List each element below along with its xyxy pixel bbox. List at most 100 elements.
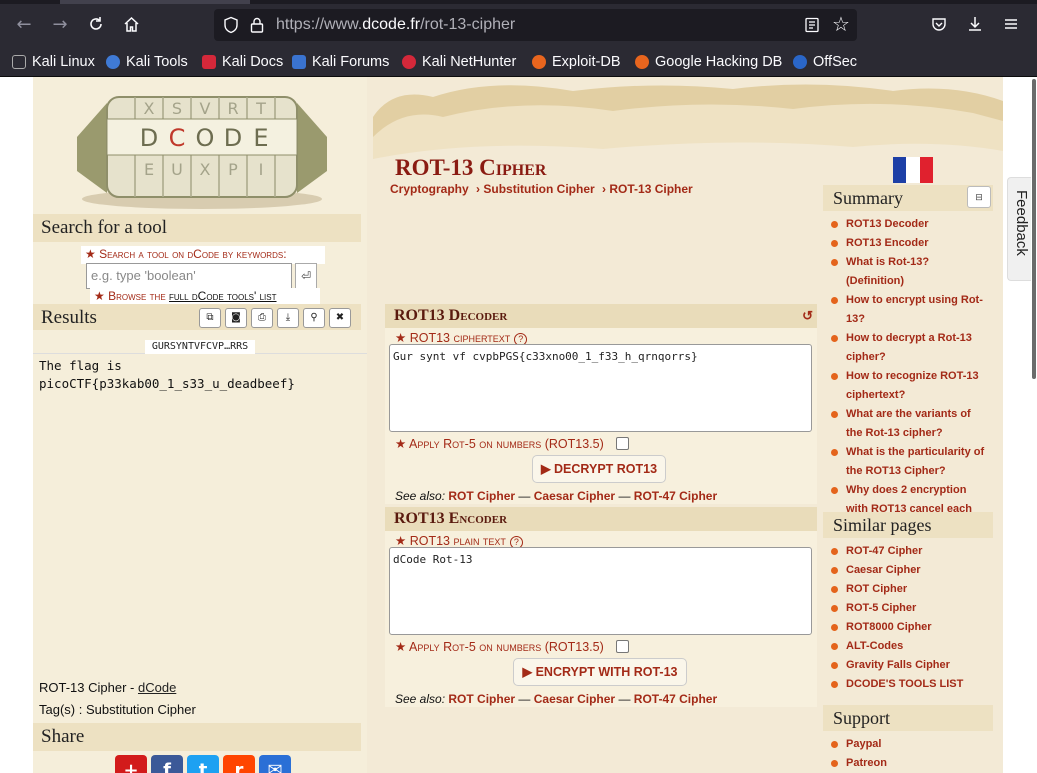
print-icon[interactable]: ⎙: [251, 308, 273, 328]
similar-item[interactable]: ROT-47 Cipher: [831, 542, 987, 561]
similar-title: Similar pages: [823, 512, 993, 538]
page-scrollbar[interactable]: [1031, 77, 1037, 773]
bookmark-offsec[interactable]: OffSec: [793, 51, 857, 73]
see-also-rot47-cipher[interactable]: ROT-47 Cipher: [634, 692, 717, 706]
browse-tools-link[interactable]: ★ Browse the full dCode tools' list: [90, 288, 320, 305]
bookmark-label: Kali Forums: [312, 54, 390, 70]
facebook-icon[interactable]: f: [151, 755, 183, 773]
summary-item[interactable]: What is Rot-13? (Definition): [831, 253, 987, 291]
similar-item[interactable]: Caesar Cipher: [831, 561, 987, 580]
similar-item[interactable]: ALT-Codes: [831, 637, 987, 656]
reset-icon[interactable]: ↺: [802, 308, 813, 324]
search-box-title: Search for a tool: [33, 214, 361, 242]
close-icon[interactable]: ✖: [329, 308, 351, 328]
kali-tools-icon: [106, 55, 120, 69]
address-bar[interactable]: https://www.dcode.fr/rot-13-cipher ☆: [214, 9, 857, 41]
svg-text:I: I: [259, 160, 264, 179]
breadcrumb-substitution-cipher[interactable]: › Substitution Cipher: [476, 182, 595, 196]
reader-view-icon[interactable]: [804, 17, 820, 33]
menu-icon[interactable]: [999, 12, 1023, 36]
tracking-shield-icon[interactable]: [222, 16, 240, 34]
ciphertext-textarea[interactable]: Gur synt vf cvpbPGS{c33xno00_1_f33_h_qrn…: [389, 344, 812, 432]
similar-item[interactable]: DCODE'S TOOLS LIST: [831, 675, 987, 694]
summary-item[interactable]: How to encrypt using Rot-13?: [831, 291, 987, 329]
breadcrumb-rot13-cipher[interactable]: › ROT-13 Cipher: [602, 182, 693, 196]
share-plus-icon[interactable]: +: [115, 755, 147, 773]
kali-dragon-icon: [12, 55, 26, 69]
web-page: DCODE XSVRT EUXPI Search for a tool ★ Se…: [0, 77, 1037, 773]
svg-text:P: P: [228, 160, 238, 179]
bookmark-kali-linux[interactable]: Kali Linux: [12, 51, 95, 73]
search-submit-button[interactable]: ⏎: [295, 263, 317, 289]
support-item-patreon[interactable]: Patreon: [831, 754, 987, 773]
search-input[interactable]: e.g. type 'boolean': [86, 263, 292, 289]
summary-item[interactable]: How to decrypt a Rot-13 cipher?: [831, 329, 987, 367]
see-also-label: See also:: [395, 489, 446, 503]
encrypt-button[interactable]: ▶ ENCRYPT WITH ROT-13: [513, 658, 687, 686]
summary-item[interactable]: What is the particularity of the ROT13 C…: [831, 443, 987, 481]
downloads-icon[interactable]: [963, 12, 987, 36]
forward-icon[interactable]: →: [46, 10, 74, 38]
bookmark-kali-nethunter[interactable]: Kali NetHunter: [402, 51, 516, 73]
encoder-rot5-checkbox[interactable]: [616, 640, 629, 653]
support-item-paypal[interactable]: Paypal: [831, 735, 987, 754]
bookmark-label: OffSec: [813, 54, 858, 70]
breadcrumb-cryptography[interactable]: Cryptography: [390, 182, 469, 196]
bookmark-star-icon[interactable]: ☆: [832, 14, 850, 34]
twitter-icon[interactable]: t: [187, 755, 219, 773]
dcode-link[interactable]: dCode: [138, 680, 176, 695]
feedback-label: Feedback: [1013, 190, 1030, 256]
lock-icon[interactable]: [248, 16, 266, 34]
url-prefix: https://www.: [276, 16, 363, 33]
svg-text:E: E: [253, 124, 268, 152]
email-icon[interactable]: ✉: [259, 755, 291, 773]
reddit-icon[interactable]: r: [223, 755, 255, 773]
summary-item[interactable]: ROT13 Encoder: [831, 234, 987, 253]
reload-icon[interactable]: [82, 10, 110, 38]
dcode-logo[interactable]: DCODE XSVRT EUXPI: [67, 79, 337, 213]
see-also-label: See also:: [395, 692, 446, 706]
see-also-rot-cipher[interactable]: ROT Cipher: [448, 692, 515, 706]
summary-item[interactable]: What are the variants of the Rot-13 ciph…: [831, 405, 987, 443]
support-box: Support Paypal Patreon: [823, 705, 993, 773]
similar-list: ROT-47 Cipher Caesar Cipher ROT Cipher R…: [823, 538, 993, 694]
active-tab[interactable]: [60, 0, 250, 4]
bookmark-kali-forums[interactable]: Kali Forums: [292, 51, 389, 73]
svg-text:C: C: [169, 124, 186, 152]
download-icon[interactable]: ⤓: [277, 308, 299, 328]
back-icon[interactable]: ←: [10, 10, 38, 38]
summary-item[interactable]: How to recognize ROT-13 ciphertext?: [831, 367, 987, 405]
decoder-rot5-checkbox[interactable]: [616, 437, 629, 450]
french-flag-icon[interactable]: [893, 157, 933, 183]
browse-link-text[interactable]: full dCode tools' list: [169, 289, 277, 303]
result-text[interactable]: The flag is picoCTF{p33kab00_1_s33_u_dea…: [39, 357, 359, 393]
kali-docs-icon: [202, 55, 216, 69]
home-icon[interactable]: [117, 10, 145, 38]
bookmark-label: Kali Docs: [222, 54, 284, 70]
bookmark-google-hacking-db[interactable]: Google Hacking DB: [635, 51, 782, 73]
search-label: ★ Search a tool on dCode by keywords:: [81, 246, 325, 264]
bookmark-kali-docs[interactable]: Kali Docs: [202, 51, 283, 73]
see-also-caesar-cipher[interactable]: Caesar Cipher: [534, 692, 615, 706]
bookmark-kali-tools[interactable]: Kali Tools: [106, 51, 188, 73]
rot13-decoder-panel: ROT13 Decoder ↺ ★ ROT13 ciphertext? Gur s…: [385, 304, 817, 504]
url-text[interactable]: https://www.dcode.fr/rot-13-cipher: [276, 16, 515, 34]
summary-item[interactable]: ROT13 Decoder: [831, 215, 987, 234]
bookmark-exploit-db[interactable]: Exploit-DB: [532, 51, 621, 73]
see-also-rot47-cipher[interactable]: ROT-47 Cipher: [634, 489, 717, 503]
similar-item[interactable]: ROT Cipher: [831, 580, 987, 599]
result-header[interactable]: GURSYNTVFCVP…RRS: [145, 340, 255, 354]
similar-item[interactable]: ROT8000 Cipher: [831, 618, 987, 637]
copy-icon[interactable]: ⧉: [199, 308, 221, 328]
similar-item[interactable]: Gravity Falls Cipher: [831, 656, 987, 675]
collapse-icon[interactable]: ⊟: [967, 186, 991, 208]
pin-icon[interactable]: ⚲: [303, 308, 325, 328]
similar-item[interactable]: ROT-5 Cipher: [831, 599, 987, 618]
see-also-caesar-cipher[interactable]: Caesar Cipher: [534, 489, 615, 503]
plaintext-textarea[interactable]: dCode Rot-13: [389, 547, 812, 635]
pocket-icon[interactable]: [927, 12, 951, 36]
screenshot-icon[interactable]: ◙: [225, 308, 247, 328]
scrollbar-thumb[interactable]: [1032, 79, 1036, 379]
see-also-rot-cipher[interactable]: ROT Cipher: [448, 489, 515, 503]
decrypt-button[interactable]: ▶ DECRYPT ROT13: [532, 455, 666, 483]
